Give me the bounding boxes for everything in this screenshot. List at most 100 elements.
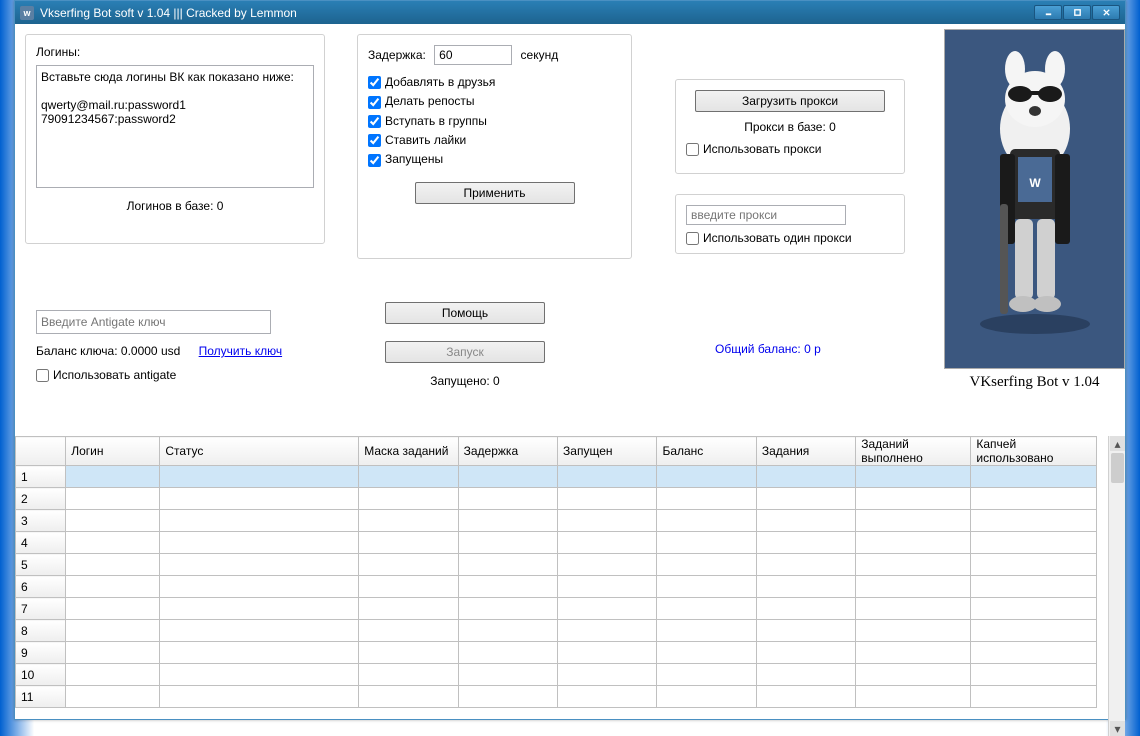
table-header[interactable]: Задержка bbox=[458, 437, 557, 466]
table-cell[interactable] bbox=[971, 554, 1097, 576]
table-cell[interactable] bbox=[160, 488, 359, 510]
table-cell[interactable] bbox=[657, 576, 756, 598]
table-cell[interactable] bbox=[558, 466, 657, 488]
table-cell[interactable] bbox=[359, 532, 458, 554]
table-cell[interactable] bbox=[657, 510, 756, 532]
table-row[interactable]: 9 bbox=[16, 642, 1097, 664]
table-cell[interactable] bbox=[856, 620, 971, 642]
table-cell[interactable] bbox=[971, 576, 1097, 598]
table-cell[interactable] bbox=[160, 554, 359, 576]
scroll-thumb[interactable] bbox=[1111, 453, 1124, 483]
table-cell[interactable] bbox=[359, 554, 458, 576]
table-cell[interactable] bbox=[458, 510, 557, 532]
table-cell[interactable] bbox=[856, 576, 971, 598]
table-row[interactable]: 7 bbox=[16, 598, 1097, 620]
table-cell[interactable] bbox=[458, 554, 557, 576]
table-cell[interactable] bbox=[558, 532, 657, 554]
table-cell[interactable] bbox=[458, 466, 557, 488]
table-cell[interactable] bbox=[458, 576, 557, 598]
table-row[interactable]: 8 bbox=[16, 620, 1097, 642]
table-header[interactable]: Статус bbox=[160, 437, 359, 466]
table-cell[interactable] bbox=[66, 598, 160, 620]
scroll-up-icon[interactable]: ▴ bbox=[1110, 436, 1125, 451]
table-cell[interactable] bbox=[756, 466, 855, 488]
table-cell[interactable] bbox=[856, 642, 971, 664]
table-cell[interactable] bbox=[458, 686, 557, 708]
table-cell[interactable] bbox=[657, 664, 756, 686]
delay-input[interactable] bbox=[434, 45, 512, 65]
table-cell[interactable] bbox=[359, 488, 458, 510]
table-cell[interactable] bbox=[657, 488, 756, 510]
table-cell[interactable] bbox=[558, 554, 657, 576]
table-cell[interactable] bbox=[971, 620, 1097, 642]
logins-textarea[interactable]: Вставьте сюда логины ВК как показано ниж… bbox=[36, 65, 314, 188]
table-cell[interactable] bbox=[359, 642, 458, 664]
table-cell[interactable] bbox=[971, 642, 1097, 664]
table-scrollbar[interactable]: ▴ ▾ bbox=[1108, 436, 1125, 736]
table-cell[interactable] bbox=[160, 466, 359, 488]
table-cell[interactable] bbox=[856, 686, 971, 708]
table-row[interactable]: 1 bbox=[16, 466, 1097, 488]
cb-addfriends[interactable]: Добавлять в друзья bbox=[368, 75, 495, 89]
table-cell[interactable] bbox=[856, 664, 971, 686]
table-cell[interactable] bbox=[756, 686, 855, 708]
table-cell[interactable] bbox=[66, 642, 160, 664]
table-cell[interactable] bbox=[971, 510, 1097, 532]
table-cell[interactable] bbox=[359, 510, 458, 532]
table-cell[interactable] bbox=[458, 664, 557, 686]
table-cell[interactable] bbox=[458, 532, 557, 554]
apply-button[interactable]: Применить bbox=[415, 182, 575, 204]
table-cell[interactable] bbox=[558, 576, 657, 598]
table-cell[interactable] bbox=[657, 598, 756, 620]
table-cell[interactable] bbox=[458, 598, 557, 620]
table-cell[interactable] bbox=[756, 620, 855, 642]
table-cell[interactable] bbox=[657, 620, 756, 642]
table-row[interactable]: 10 bbox=[16, 664, 1097, 686]
table-cell[interactable] bbox=[66, 686, 160, 708]
table-cell[interactable] bbox=[66, 554, 160, 576]
table-cell[interactable] bbox=[971, 488, 1097, 510]
table-cell[interactable] bbox=[657, 642, 756, 664]
table-header[interactable]: Баланс bbox=[657, 437, 756, 466]
table-cell[interactable] bbox=[160, 576, 359, 598]
table-cell[interactable] bbox=[558, 488, 657, 510]
cb-groups[interactable]: Вступать в группы bbox=[368, 114, 487, 128]
table-cell[interactable] bbox=[856, 488, 971, 510]
table-cell[interactable] bbox=[160, 598, 359, 620]
table-cell[interactable] bbox=[160, 642, 359, 664]
table-header[interactable]: Запущен bbox=[558, 437, 657, 466]
table-cell[interactable] bbox=[359, 620, 458, 642]
data-table[interactable]: ЛогинСтатусМаска заданийЗадержкаЗапущенБ… bbox=[15, 436, 1097, 708]
cb-use-single-proxy[interactable]: Использовать один прокси bbox=[686, 231, 852, 245]
table-cell[interactable] bbox=[756, 576, 855, 598]
table-cell[interactable] bbox=[458, 488, 557, 510]
table-cell[interactable] bbox=[558, 664, 657, 686]
table-header[interactable]: Задания bbox=[756, 437, 855, 466]
get-key-link[interactable]: Получить ключ bbox=[199, 344, 282, 358]
table-cell[interactable] bbox=[359, 686, 458, 708]
table-cell[interactable] bbox=[66, 510, 160, 532]
table-cell[interactable] bbox=[66, 466, 160, 488]
table-cell[interactable] bbox=[856, 554, 971, 576]
table-header[interactable]: Маска заданий bbox=[359, 437, 458, 466]
antigate-input[interactable] bbox=[36, 310, 271, 334]
table-cell[interactable] bbox=[558, 642, 657, 664]
table-cell[interactable] bbox=[657, 686, 756, 708]
close-button[interactable] bbox=[1092, 5, 1120, 20]
table-cell[interactable] bbox=[66, 576, 160, 598]
titlebar[interactable]: w Vkserfing Bot soft v 1.04 ||| Cracked … bbox=[15, 1, 1125, 24]
table-cell[interactable] bbox=[160, 620, 359, 642]
table-cell[interactable] bbox=[971, 664, 1097, 686]
table-cell[interactable] bbox=[971, 532, 1097, 554]
cb-repost[interactable]: Делать репосты bbox=[368, 94, 475, 108]
table-row[interactable]: 2 bbox=[16, 488, 1097, 510]
table-cell[interactable] bbox=[458, 642, 557, 664]
table-cell[interactable] bbox=[66, 532, 160, 554]
table-cell[interactable] bbox=[359, 576, 458, 598]
table-cell[interactable] bbox=[971, 598, 1097, 620]
table-cell[interactable] bbox=[657, 554, 756, 576]
run-button[interactable]: Запуск bbox=[385, 341, 545, 363]
table-cell[interactable] bbox=[856, 598, 971, 620]
table-row[interactable]: 3 bbox=[16, 510, 1097, 532]
table-cell[interactable] bbox=[160, 664, 359, 686]
